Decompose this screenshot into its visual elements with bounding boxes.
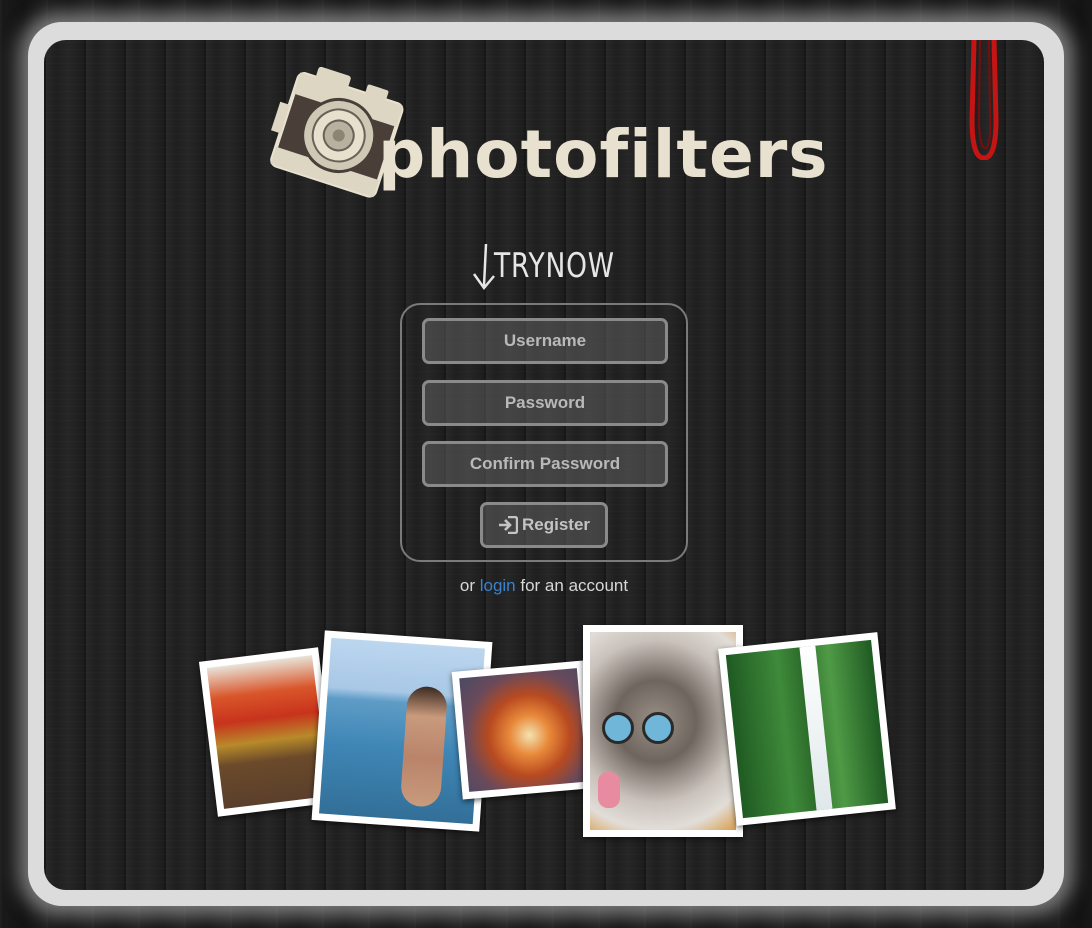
main-panel: photofilters TRYNOW Register or login fo… — [44, 40, 1044, 890]
try-now-label: TRYNOW — [468, 236, 628, 296]
login-link[interactable]: login — [480, 576, 516, 595]
confirm-password-input[interactable] — [422, 441, 668, 487]
login-suffix: for an account — [520, 576, 629, 595]
username-input[interactable] — [422, 318, 668, 364]
brand-name: photofilters — [378, 116, 829, 193]
register-label: Register — [521, 515, 591, 534]
register-button[interactable]: Register — [480, 502, 608, 548]
waterfall-photo[interactable] — [718, 632, 896, 826]
password-input[interactable] — [422, 380, 668, 426]
fire-burst-photo[interactable] — [451, 660, 595, 800]
brand-logo[interactable]: photofilters — [270, 52, 840, 222]
sign-in-icon — [498, 516, 518, 534]
try-now-text: TRYNOW — [494, 246, 615, 286]
camera-strap-icon — [969, 40, 999, 160]
login-prompt: or login for an account — [400, 576, 688, 596]
login-prefix: or — [459, 576, 475, 595]
